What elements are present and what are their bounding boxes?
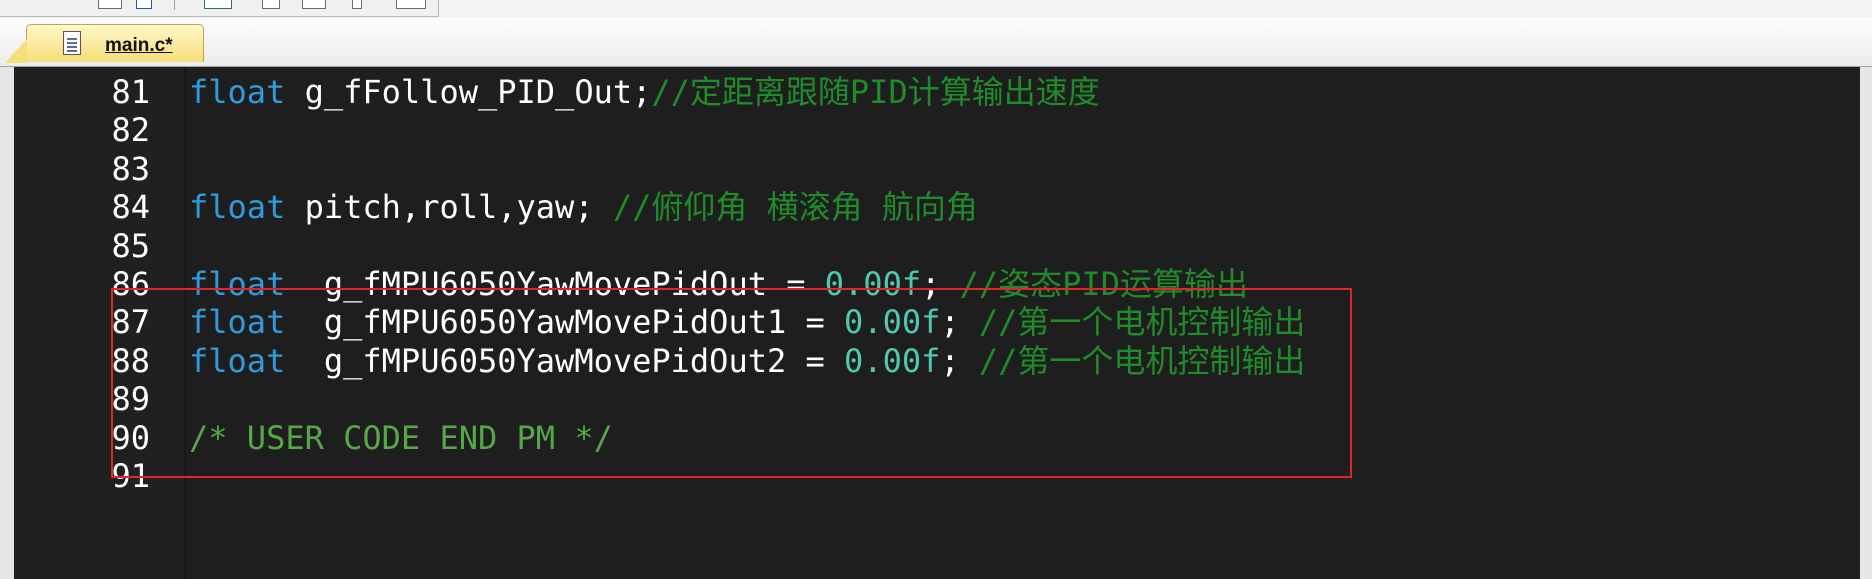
toolbar-separator bbox=[174, 0, 175, 10]
editor-scrollbar-edge[interactable] bbox=[1860, 67, 1872, 579]
keyword-token: float bbox=[189, 188, 286, 227]
toolbar bbox=[0, 0, 1872, 18]
keyword-token: float bbox=[189, 73, 286, 111]
tab-strip: main.c* bbox=[0, 18, 1872, 67]
identifier-token: g_fFollow_PID_Out; bbox=[304, 73, 652, 111]
identifier-token: pitch,roll,yaw; bbox=[304, 188, 613, 227]
toolbar-icon[interactable] bbox=[136, 0, 152, 9]
toolbar-icon[interactable] bbox=[352, 0, 362, 9]
tab-main-c[interactable]: main.c* bbox=[5, 24, 204, 63]
toolbar-group bbox=[0, 0, 439, 17]
comment-token: //定距离跟随PID计算输出速度 bbox=[651, 73, 1100, 111]
tab-label: main.c* bbox=[105, 35, 173, 56]
code-editor[interactable]: 81 float g_fFollow_PID_Out;//定距离跟随PID计算输出… bbox=[0, 67, 1872, 579]
comment-token: //俯仰角 横滚角 航向角 bbox=[612, 188, 978, 227]
toolbar-icon[interactable] bbox=[262, 0, 280, 9]
toolbar-icon[interactable] bbox=[302, 0, 326, 9]
toolbar-icon[interactable] bbox=[204, 0, 232, 9]
highlight-box bbox=[111, 288, 1352, 478]
toolbar-icon[interactable] bbox=[396, 0, 426, 9]
file-icon bbox=[63, 31, 81, 55]
toolbar-icon[interactable] bbox=[98, 0, 122, 9]
